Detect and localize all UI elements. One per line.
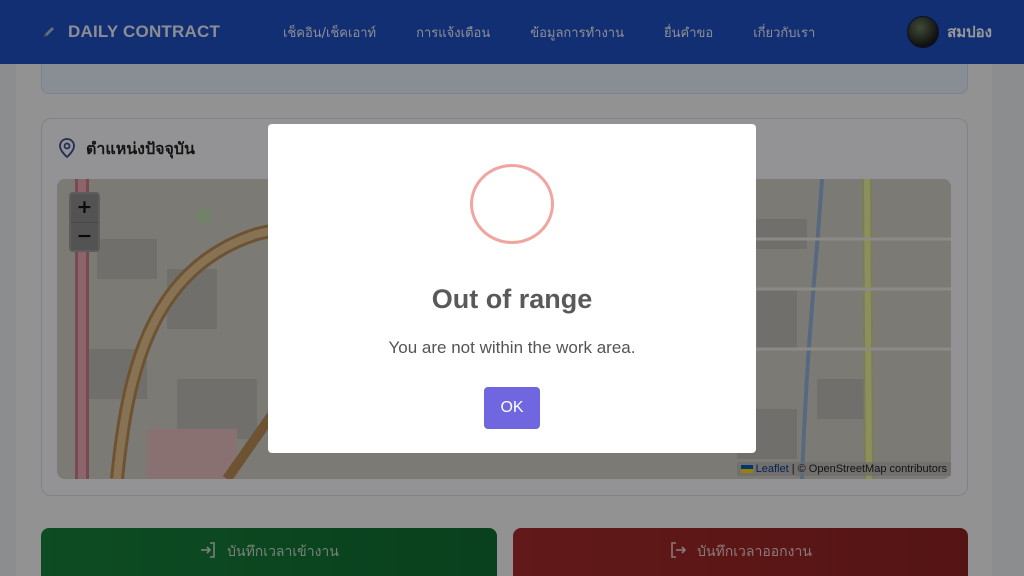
out-of-range-dialog: Out of range You are not within the work…: [268, 124, 756, 453]
dialog-message: You are not within the work area.: [388, 338, 636, 357]
dialog-title: Out of range: [431, 284, 593, 314]
ok-button[interactable]: OK: [484, 387, 540, 429]
error-icon: [470, 164, 554, 244]
